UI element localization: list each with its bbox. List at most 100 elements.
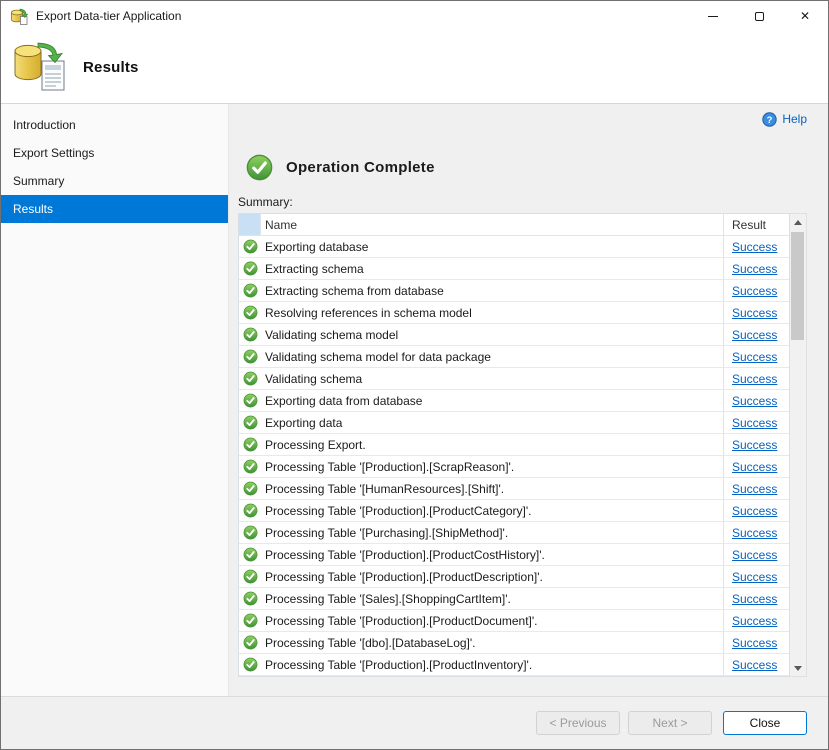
- table-scrollbar[interactable]: [790, 213, 807, 677]
- result-link[interactable]: Success: [732, 306, 777, 320]
- help-link[interactable]: ? Help: [762, 110, 807, 128]
- status-row: Operation Complete: [246, 154, 807, 181]
- row-name: Processing Table '[Production].[ProductD…: [261, 566, 723, 587]
- result-link[interactable]: Success: [732, 394, 777, 408]
- table-body: Exporting database Success: [239, 236, 789, 676]
- success-check-icon: [243, 547, 258, 562]
- result-link[interactable]: Success: [732, 482, 777, 496]
- result-link[interactable]: Success: [732, 350, 777, 364]
- maximize-button[interactable]: [736, 1, 782, 31]
- help-icon: ?: [762, 112, 777, 127]
- footer: < Previous Next > Close: [1, 696, 828, 749]
- table-row[interactable]: Processing Export. Success: [239, 434, 789, 456]
- table-row[interactable]: Processing Table '[dbo].[DatabaseLog]'. …: [239, 632, 789, 654]
- sidebar-item-summary[interactable]: Summary: [1, 167, 228, 195]
- success-check-icon: [243, 459, 258, 474]
- result-link[interactable]: Success: [732, 548, 777, 562]
- row-name: Validating schema model: [261, 324, 723, 345]
- scrollbar-track[interactable]: [790, 230, 806, 660]
- name-column-header[interactable]: Name: [261, 214, 723, 235]
- row-name: Processing Table '[Production].[ScrapRea…: [261, 456, 723, 477]
- table-row[interactable]: Validating schema Success: [239, 368, 789, 390]
- table-row[interactable]: Processing Table '[HumanResources].[Shif…: [239, 478, 789, 500]
- row-name: Processing Table '[Production].[ProductC…: [261, 544, 723, 565]
- sidebar-item-results[interactable]: Results: [1, 195, 228, 223]
- row-name: Processing Table '[Purchasing].[ShipMeth…: [261, 522, 723, 543]
- scrollbar-thumb[interactable]: [791, 232, 804, 340]
- table-row[interactable]: Processing Table '[Production].[ProductC…: [239, 500, 789, 522]
- result-link[interactable]: Success: [732, 438, 777, 452]
- result-column-header[interactable]: Result: [723, 214, 789, 235]
- result-link[interactable]: Success: [732, 460, 777, 474]
- maximize-icon: [755, 12, 764, 21]
- wizard-header: Results: [1, 31, 828, 104]
- result-link[interactable]: Success: [732, 658, 777, 672]
- result-link[interactable]: Success: [732, 526, 777, 540]
- close-icon: ✕: [800, 10, 810, 22]
- result-link[interactable]: Success: [732, 240, 777, 254]
- result-link[interactable]: Success: [732, 636, 777, 650]
- table-row[interactable]: Validating schema model Success: [239, 324, 789, 346]
- table-row[interactable]: Processing Table '[Production].[ProductC…: [239, 544, 789, 566]
- row-name: Processing Table '[Sales].[ShoppingCartI…: [261, 588, 723, 609]
- result-link[interactable]: Success: [732, 328, 777, 342]
- result-link[interactable]: Success: [732, 372, 777, 386]
- row-name: Exporting data from database: [261, 390, 723, 411]
- summary-label: Summary:: [238, 195, 807, 209]
- status-heading: Operation Complete: [286, 159, 435, 176]
- icon-column-header: [239, 214, 261, 235]
- row-name: Processing Table '[Production].[ProductC…: [261, 500, 723, 521]
- table-row[interactable]: Extracting schema Success: [239, 258, 789, 280]
- close-button[interactable]: Close: [723, 711, 807, 735]
- table-row[interactable]: Processing Table '[Production].[ProductD…: [239, 566, 789, 588]
- table-row[interactable]: Validating schema model for data package…: [239, 346, 789, 368]
- minimize-button[interactable]: [690, 1, 736, 31]
- close-window-button[interactable]: ✕: [782, 1, 828, 31]
- page-title: Results: [83, 59, 139, 76]
- scroll-up-button[interactable]: [790, 214, 806, 230]
- titlebar: Export Data-tier Application ✕: [1, 1, 828, 31]
- result-link[interactable]: Success: [732, 570, 777, 584]
- next-button[interactable]: Next >: [628, 711, 712, 735]
- row-name: Exporting data: [261, 412, 723, 433]
- sidebar: Introduction Export Settings Summary Res…: [1, 104, 229, 696]
- success-check-icon: [243, 305, 258, 320]
- minimize-icon: [708, 16, 718, 17]
- success-check-icon: [243, 327, 258, 342]
- help-row: ? Help: [238, 110, 807, 128]
- table-row[interactable]: Processing Table '[Sales].[ShoppingCartI…: [239, 588, 789, 610]
- result-link[interactable]: Success: [732, 284, 777, 298]
- result-link[interactable]: Success: [732, 262, 777, 276]
- row-name: Processing Table '[Production].[ProductD…: [261, 610, 723, 631]
- scroll-down-icon: [794, 666, 802, 671]
- table-row[interactable]: Processing Table '[Production].[ScrapRea…: [239, 456, 789, 478]
- table-row[interactable]: Exporting data from database Success: [239, 390, 789, 412]
- window-controls: ✕: [690, 1, 828, 31]
- content-row: Introduction Export Settings Summary Res…: [1, 104, 828, 696]
- app-icon: [10, 8, 28, 25]
- success-check-icon: [243, 415, 258, 430]
- result-link[interactable]: Success: [732, 416, 777, 430]
- sidebar-item-export-settings[interactable]: Export Settings: [1, 139, 228, 167]
- table-row[interactable]: Processing Table '[Production].[ProductI…: [239, 654, 789, 676]
- table-row[interactable]: Processing Table '[Purchasing].[ShipMeth…: [239, 522, 789, 544]
- success-check-icon: [243, 481, 258, 496]
- success-check-icon: [243, 393, 258, 408]
- result-link[interactable]: Success: [732, 504, 777, 518]
- result-link[interactable]: Success: [732, 614, 777, 628]
- table-row[interactable]: Exporting data Success: [239, 412, 789, 434]
- table-row[interactable]: Exporting database Success: [239, 236, 789, 258]
- row-name: Processing Table '[dbo].[DatabaseLog]'.: [261, 632, 723, 653]
- row-name: Extracting schema: [261, 258, 723, 279]
- result-link[interactable]: Success: [732, 592, 777, 606]
- scroll-down-button[interactable]: [790, 660, 806, 676]
- success-check-icon: [243, 635, 258, 650]
- success-check-icon: [243, 371, 258, 386]
- table-row[interactable]: Processing Table '[Production].[ProductD…: [239, 610, 789, 632]
- success-check-icon: [243, 569, 258, 584]
- table-row[interactable]: Extracting schema from database Success: [239, 280, 789, 302]
- sidebar-item-introduction[interactable]: Introduction: [1, 111, 228, 139]
- table-row[interactable]: Resolving references in schema model Suc…: [239, 302, 789, 324]
- row-name: Processing Export.: [261, 434, 723, 455]
- previous-button[interactable]: < Previous: [536, 711, 620, 735]
